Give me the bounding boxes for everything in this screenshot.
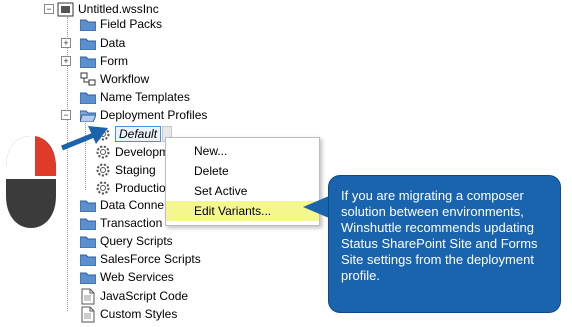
- tree-item-label: Field Packs: [100, 17, 163, 31]
- folder-icon: [80, 38, 96, 50]
- tree-item-label: Custom Styles: [100, 307, 178, 321]
- tree-item-transaction[interactable]: Transaction: [80, 214, 162, 232]
- tree-item-staging[interactable]: Staging: [95, 161, 156, 179]
- context-menu: New... Delete Set Active Edit Variants..…: [165, 137, 320, 226]
- tree-item-label: Form: [100, 54, 128, 68]
- tree-item-label: JavaScript Code: [100, 289, 189, 303]
- open-folder-icon: [80, 110, 96, 122]
- workflow-icon: [80, 72, 96, 86]
- tree-item-workflow[interactable]: Workflow: [80, 70, 149, 88]
- tree-item-label: Name Templates: [100, 90, 190, 104]
- expand-icon[interactable]: +: [61, 56, 71, 66]
- document-icon: [81, 306, 95, 322]
- tree-item-label: Developm: [115, 145, 170, 159]
- collapse-icon[interactable]: −: [44, 4, 54, 14]
- tree-item-data-connections[interactable]: Data Conne: [80, 196, 164, 214]
- folder-icon: [80, 56, 96, 68]
- tree-item-salesforce-scripts[interactable]: SalesForce Scripts: [80, 250, 201, 268]
- gear-icon: [96, 163, 110, 177]
- folder-icon: [80, 19, 96, 31]
- folder-icon: [80, 200, 96, 212]
- tree-root-label: Untitled.wssInc: [78, 2, 159, 16]
- folder-icon: [80, 218, 96, 230]
- tree-item-data[interactable]: + Data: [61, 34, 125, 52]
- tree-item-label: Staging: [115, 163, 156, 177]
- folder-icon: [80, 254, 96, 266]
- expand-icon[interactable]: +: [61, 38, 71, 48]
- menu-item-set-active[interactable]: Set Active: [166, 181, 319, 201]
- callout-text: If you are migrating a composer solution…: [341, 188, 538, 283]
- tree-item-name-templates[interactable]: Name Templates: [80, 88, 190, 106]
- tree-item-label: SalesForce Scripts: [100, 252, 201, 266]
- tree-item-label: Productio: [115, 181, 166, 195]
- gear-icon: [96, 181, 110, 195]
- tree-item-custom-styles[interactable]: Custom Styles: [80, 305, 177, 323]
- pointer-arrow-icon: [61, 126, 108, 151]
- tree-item-label: Workflow: [100, 72, 150, 86]
- tree-item-label: Data Conne: [100, 198, 165, 212]
- tree-item-javascript-code[interactable]: JavaScript Code: [80, 287, 188, 305]
- tree-item-label: Transaction: [100, 216, 163, 230]
- folder-icon: [80, 272, 96, 284]
- menu-item-new[interactable]: New...: [166, 141, 319, 161]
- tree-item-label: Web Services: [100, 270, 174, 284]
- menu-item-edit-variants[interactable]: Edit Variants...: [166, 201, 319, 221]
- tree-item-field-packs[interactable]: Field Packs: [80, 15, 162, 33]
- menu-item-delete[interactable]: Delete: [166, 161, 319, 181]
- right-click-mouse-icon: [6, 136, 56, 228]
- tree-item-web-services[interactable]: Web Services: [80, 268, 174, 286]
- tree-item-query-scripts[interactable]: Query Scripts: [80, 232, 173, 250]
- info-callout: If you are migrating a composer solution…: [328, 175, 561, 313]
- project-icon: [57, 2, 74, 16]
- collapse-icon[interactable]: −: [61, 110, 71, 120]
- tree-item-form[interactable]: + Form: [61, 52, 128, 70]
- tree-item-label: Query Scripts: [100, 234, 173, 248]
- tree-item-label: Data: [100, 36, 126, 50]
- tree-item-label: Deployment Profiles: [100, 108, 208, 122]
- document-icon: [81, 288, 95, 304]
- callout-pointer: [303, 196, 329, 218]
- tree-item-label: Default: [115, 126, 162, 142]
- folder-icon: [80, 92, 96, 104]
- tree-item-production[interactable]: Productio: [95, 179, 166, 197]
- folder-icon: [80, 236, 96, 248]
